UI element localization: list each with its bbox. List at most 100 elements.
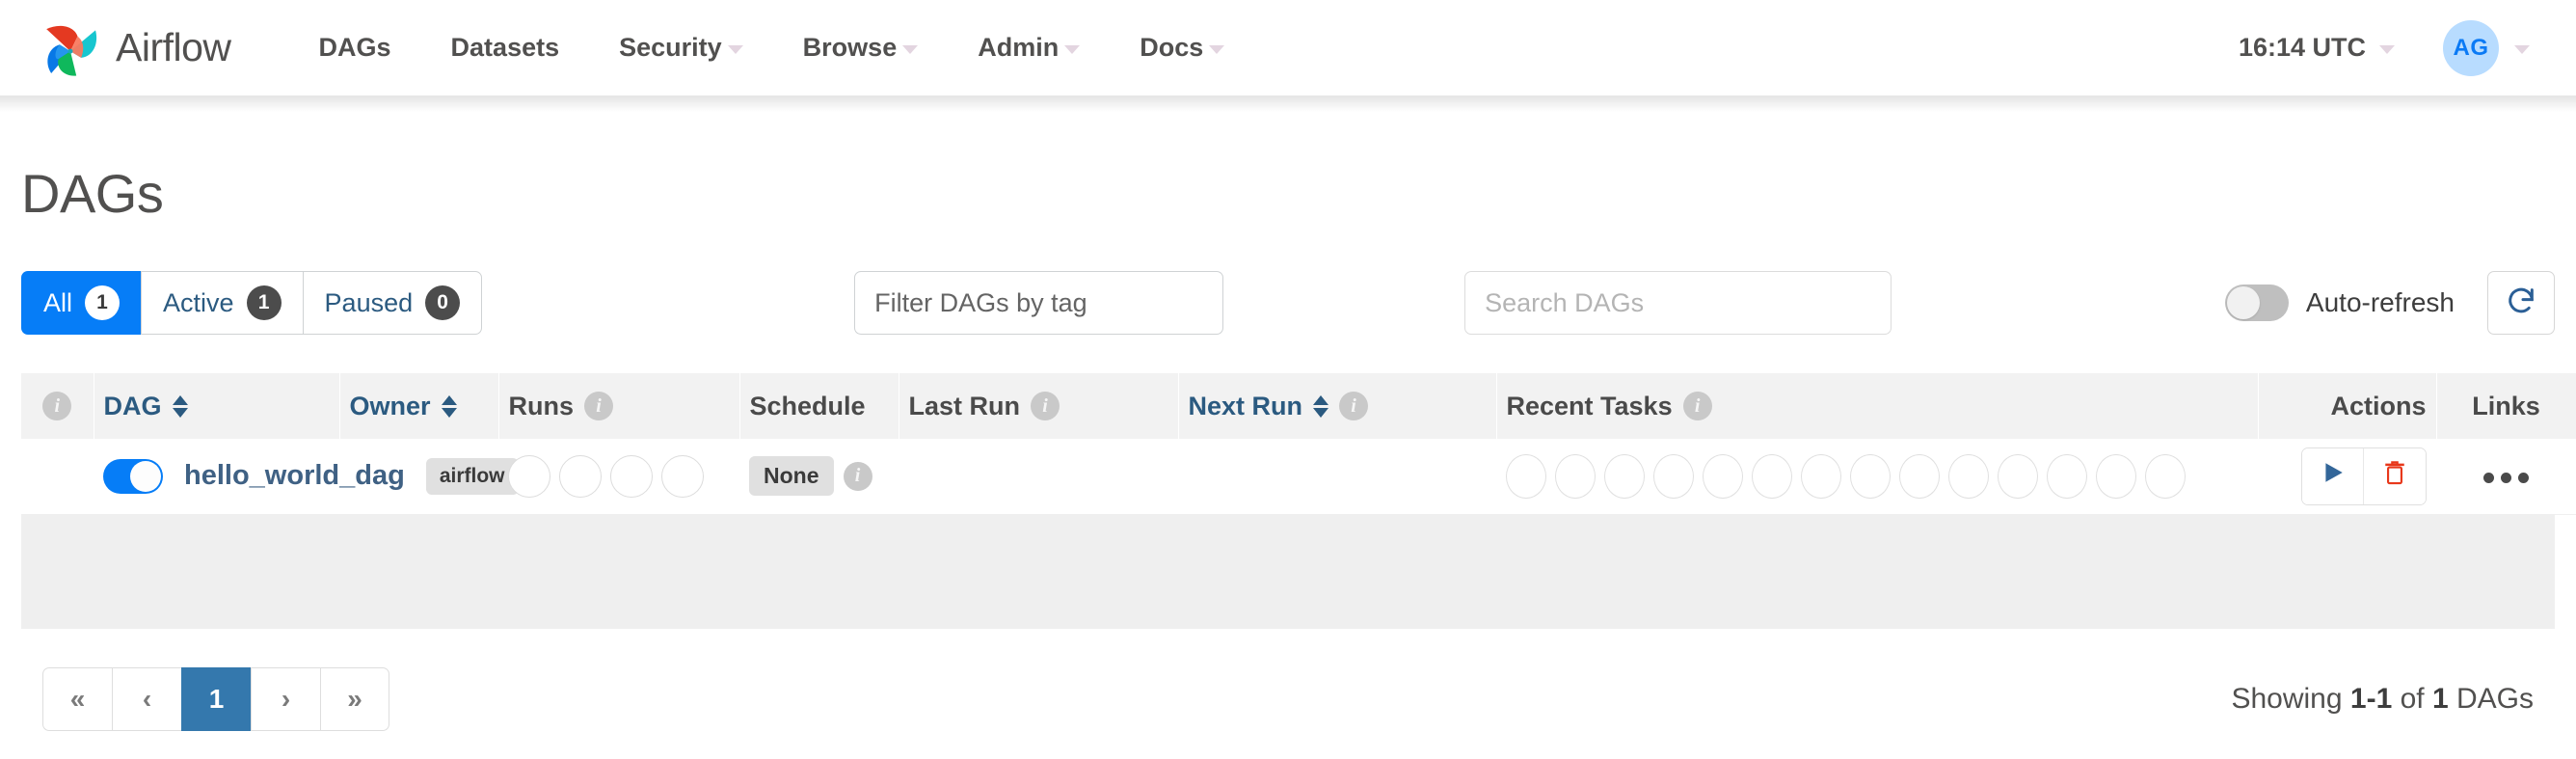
auto-refresh-group: Auto-refresh <box>2224 271 2555 335</box>
nav-item-docs[interactable]: Docs <box>1110 33 1254 63</box>
task-status-circle[interactable] <box>1801 453 1841 499</box>
run-status-circle[interactable] <box>661 454 704 498</box>
ellipsis-horizontal-icon[interactable] <box>2474 463 2538 493</box>
filter-toolbar: All 1 Active 1 Paused 0 Auto-refresh <box>21 271 2555 335</box>
task-status-circle[interactable] <box>2047 453 2087 499</box>
run-status-circle[interactable] <box>559 454 602 498</box>
task-status-circle[interactable] <box>1703 453 1743 499</box>
filter-tab-label: Active <box>163 287 234 317</box>
tag-filter-input[interactable] <box>854 271 1224 335</box>
info-icon[interactable]: i <box>1339 392 1369 420</box>
timezone-selector[interactable]: 16:14 UTC <box>2223 33 2410 63</box>
th-next-run[interactable]: Next Run i <box>1178 373 1497 439</box>
avatar: AG <box>2443 19 2499 76</box>
th-runs: Runs i <box>498 373 740 439</box>
nav-item-label: Admin <box>978 33 1060 62</box>
task-status-circle[interactable] <box>2096 453 2136 499</box>
cell-dag: hello_world_dag airflow <box>94 439 519 514</box>
task-status-circle[interactable] <box>1899 453 1940 499</box>
th-label: Recent Tasks <box>1506 391 1673 420</box>
sort-icon[interactable] <box>441 394 457 418</box>
task-status-circle[interactable] <box>1998 453 2038 499</box>
showing-total: 1 <box>2431 682 2449 715</box>
task-status-circle[interactable] <box>1653 453 1694 499</box>
owner-badge[interactable]: airflow <box>425 457 519 495</box>
th-dag[interactable]: DAG <box>94 373 340 439</box>
info-icon[interactable]: i <box>1031 392 1060 420</box>
pagination-previous[interactable]: ‹ <box>112 666 181 731</box>
task-status-circle[interactable] <box>1948 453 1989 499</box>
nav-item-browse[interactable]: Browse <box>773 33 949 63</box>
info-icon[interactable]: i <box>843 461 872 491</box>
task-status-circle[interactable] <box>1752 453 1792 499</box>
th-owner[interactable]: Owner <box>339 373 499 439</box>
run-status-circle[interactable] <box>610 454 653 498</box>
cell-spacer <box>21 439 94 514</box>
chevron-down-icon <box>2379 45 2395 54</box>
pagination-first[interactable]: « <box>42 666 112 731</box>
dag-pause-toggle[interactable] <box>103 458 163 494</box>
nav-item-label: Docs <box>1140 33 1204 62</box>
airflow-pinwheel-logo-icon <box>39 18 102 78</box>
nav-item-admin[interactable]: Admin <box>948 33 1110 63</box>
table-footer: « ‹ 1 › » Showing 1-1 of 1 DAGs <box>21 628 2555 731</box>
th-label: Actions <box>2330 391 2427 420</box>
trash-can-icon <box>2382 458 2407 494</box>
table-row: hello_world_dag airflow None i <box>21 439 2576 514</box>
info-icon[interactable]: i <box>42 392 72 420</box>
th-last-run: Last Run i <box>899 373 1179 439</box>
th-schedule: Schedule <box>739 373 899 439</box>
filter-tab-count: 1 <box>246 285 282 320</box>
sort-icon[interactable] <box>172 394 188 418</box>
brand-home-link[interactable]: Airflow <box>39 18 231 78</box>
th-label: Owner <box>349 391 431 420</box>
brand-label: Airflow <box>116 25 231 69</box>
info-icon[interactable]: i <box>584 392 613 420</box>
nav-item-datasets[interactable]: Datasets <box>421 33 590 63</box>
task-status-circle[interactable] <box>1506 453 1546 499</box>
nav-item-security[interactable]: Security <box>589 33 773 63</box>
task-status-circle[interactable] <box>1604 453 1645 499</box>
dags-table-container: i DAG Owner Runs i Schedule Last Run i N… <box>21 373 2576 629</box>
delete-dag-button[interactable] <box>2364 447 2426 504</box>
pagination: « ‹ 1 › » <box>42 666 389 731</box>
top-navbar: Airflow DAGs Datasets Security Browse Ad… <box>0 0 2576 96</box>
pagination-next[interactable]: › <box>251 666 320 731</box>
filter-tab-count: 0 <box>425 285 461 320</box>
pagination-last[interactable]: » <box>320 666 389 731</box>
dag-link[interactable]: hello_world_dag <box>184 460 405 492</box>
dags-table: i DAG Owner Runs i Schedule Last Run i N… <box>21 373 2576 515</box>
nav-item-dags[interactable]: DAGs <box>289 33 421 63</box>
sort-icon[interactable] <box>1313 394 1329 418</box>
pagination-page-1[interactable]: 1 <box>181 666 251 731</box>
trigger-dag-button[interactable] <box>2302 447 2364 504</box>
status-filter-tabs: All 1 Active 1 Paused 0 <box>21 271 483 335</box>
info-icon[interactable]: i <box>1682 392 1712 420</box>
play-triangle-icon <box>2321 459 2346 493</box>
schedule-badge: None <box>749 456 834 497</box>
cell-next-run <box>1178 439 1496 514</box>
task-status-circle[interactable] <box>2145 453 2186 499</box>
th-info: i <box>21 373 94 439</box>
refresh-button[interactable] <box>2487 271 2555 335</box>
run-status-circle[interactable] <box>508 454 550 498</box>
th-label: Next Run <box>1188 391 1303 420</box>
search-input[interactable] <box>1464 271 1892 335</box>
nav-item-label: Security <box>619 33 722 62</box>
filter-tab-count: 1 <box>85 285 121 320</box>
runs-circles <box>508 454 730 498</box>
cell-last-run <box>899 439 1178 514</box>
filter-tab-all[interactable]: All 1 <box>21 271 142 335</box>
showing-range: 1-1 <box>2349 682 2393 715</box>
user-menu[interactable]: AG <box>2410 19 2539 76</box>
cell-schedule: None i <box>739 439 899 514</box>
task-status-circle[interactable] <box>1850 453 1891 499</box>
task-status-circle[interactable] <box>1555 453 1596 499</box>
filter-tab-active[interactable]: Active 1 <box>141 271 303 335</box>
navbar-right-group: 16:14 UTC AG <box>2223 19 2539 76</box>
primary-nav: DAGs Datasets Security Browse Admin Docs <box>289 33 1255 63</box>
showing-summary: Showing 1-1 of 1 DAGs <box>2231 683 2534 716</box>
table-header-row: i DAG Owner Runs i Schedule Last Run i N… <box>21 373 2576 439</box>
filter-tab-paused[interactable]: Paused 0 <box>302 271 483 335</box>
auto-refresh-toggle[interactable] <box>2224 285 2289 321</box>
